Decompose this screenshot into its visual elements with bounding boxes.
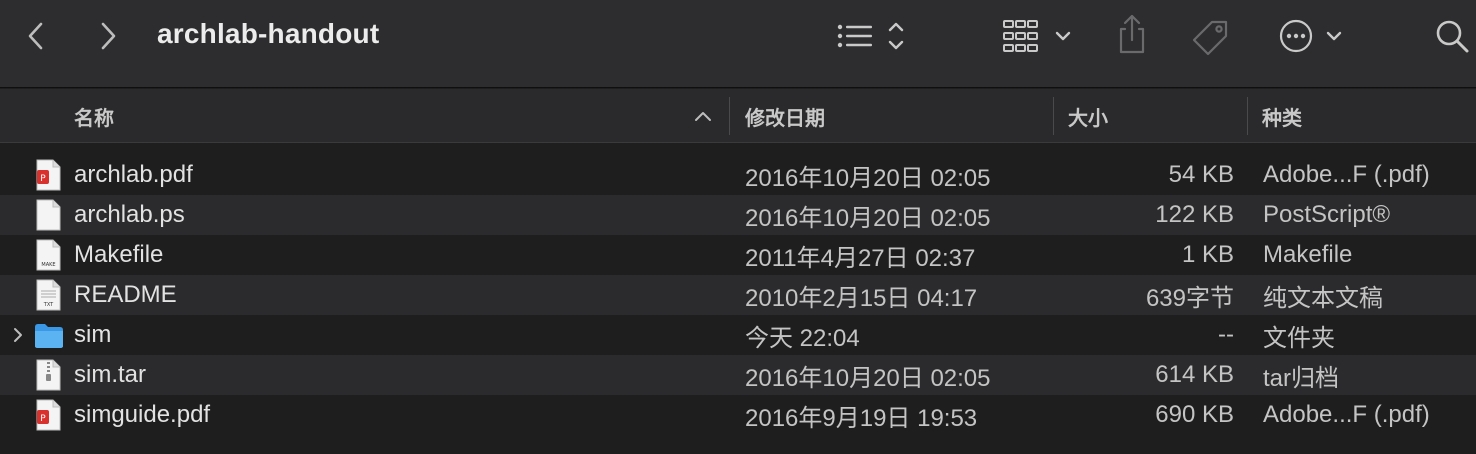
makefile-icon: MAKE bbox=[34, 239, 64, 271]
archive-file-icon bbox=[34, 359, 64, 391]
file-kind: PostScript® bbox=[1263, 201, 1391, 228]
file-kind: 纯文本文稿 bbox=[1263, 284, 1383, 312]
file-row[interactable]: Parchlab.pdf 2016年10月20日 02:05 54 KB Adobe.… bbox=[0, 155, 1476, 195]
file-name: Makefile bbox=[74, 241, 164, 268]
file-size: 1 KB bbox=[1181, 241, 1234, 268]
search-icon bbox=[1436, 20, 1469, 53]
search-button[interactable] bbox=[1432, 16, 1472, 56]
file-row[interactable]: archlab.ps 2016年10月20日 02:05 122 KB PostScr… bbox=[0, 195, 1476, 235]
toolbar: archlab-handout bbox=[0, 0, 1476, 88]
pdf-file-icon: P bbox=[34, 399, 64, 431]
file-size: 639字节 bbox=[1145, 284, 1234, 312]
file-size: 122 KB bbox=[1155, 201, 1234, 228]
ellipsis-circle-icon bbox=[1279, 19, 1342, 53]
forward-button[interactable] bbox=[92, 20, 124, 52]
file-date: 今天 22:04 bbox=[745, 324, 860, 352]
file-list: Parchlab.pdf 2016年10月20日 02:05 54 KB Adobe.… bbox=[0, 155, 1476, 435]
column-date-label: 修改日期 bbox=[745, 107, 825, 130]
file-name: simguide.pdf bbox=[74, 401, 211, 428]
file-kind: Adobe...F (.pdf) bbox=[1263, 401, 1430, 428]
column-divider[interactable] bbox=[1053, 97, 1054, 135]
file-date: 2011年4月27日 02:37 bbox=[745, 244, 976, 272]
column-kind-header[interactable]: 种类 bbox=[1262, 89, 1462, 143]
sort-ascending-icon bbox=[695, 112, 711, 121]
file-name: sim bbox=[74, 321, 112, 348]
chevron-right-icon bbox=[101, 22, 116, 50]
text-file-icon: TXT bbox=[34, 279, 64, 311]
column-date-header[interactable]: 修改日期 bbox=[745, 89, 1045, 143]
back-button[interactable] bbox=[20, 20, 52, 52]
svg-text:P: P bbox=[40, 174, 46, 184]
svg-text:TXT: TXT bbox=[43, 302, 54, 308]
file-size: 690 KB bbox=[1155, 401, 1234, 428]
column-divider[interactable] bbox=[1247, 97, 1248, 135]
tag-icon bbox=[1192, 20, 1228, 56]
svg-text:P: P bbox=[40, 414, 46, 424]
share-icon bbox=[1119, 14, 1145, 54]
file-row[interactable]: Psimguide.pdf 2016年9月19日 19:53 690 KB Adobe… bbox=[0, 395, 1476, 435]
file-date: 2016年10月20日 02:05 bbox=[745, 204, 991, 232]
file-name: archlab.pdf bbox=[74, 161, 193, 188]
column-kind-label: 种类 bbox=[1262, 107, 1302, 130]
file-row[interactable]: TXT README 2010年2月15日 04:17 639字节 纯文本文稿 bbox=[0, 275, 1476, 315]
file-kind: tar归档 bbox=[1263, 364, 1340, 392]
file-date: 2010年2月15日 04:17 bbox=[745, 284, 978, 312]
file-name: sim.tar bbox=[74, 361, 146, 388]
column-divider[interactable] bbox=[729, 97, 730, 135]
group-grid-icon bbox=[1003, 20, 1071, 52]
file-name: archlab.ps bbox=[74, 201, 185, 228]
file-size: 54 KB bbox=[1168, 161, 1234, 188]
document-file-icon bbox=[34, 199, 64, 231]
list-view-icon bbox=[837, 22, 904, 50]
file-date: 2016年9月19日 19:53 bbox=[745, 404, 978, 432]
column-header: 名称 修改日期 大小 种类 bbox=[0, 89, 1476, 143]
window-title: archlab-handout bbox=[157, 18, 380, 49]
file-date: 2016年10月20日 02:05 bbox=[745, 364, 991, 392]
file-row[interactable]: sim.tar 2016年10月20日 02:05 614 KB tar归档 bbox=[0, 355, 1476, 395]
column-name-header[interactable]: 名称 bbox=[74, 89, 724, 143]
file-kind: Adobe...F (.pdf) bbox=[1263, 161, 1430, 188]
pdf-file-icon: P bbox=[34, 159, 64, 191]
chevron-left-icon bbox=[28, 22, 43, 50]
file-kind: 文件夹 bbox=[1263, 324, 1335, 352]
file-row[interactable]: sim 今天 22:04 -- 文件夹 bbox=[0, 315, 1476, 355]
file-size: -- bbox=[1218, 321, 1234, 348]
file-date: 2016年10月20日 02:05 bbox=[745, 164, 991, 192]
more-actions-button[interactable] bbox=[1276, 16, 1346, 56]
share-button[interactable] bbox=[1114, 12, 1150, 56]
file-name: README bbox=[74, 281, 177, 308]
column-size-header[interactable]: 大小 bbox=[1068, 89, 1238, 143]
group-button[interactable] bbox=[1000, 16, 1078, 56]
file-size: 614 KB bbox=[1155, 361, 1234, 388]
column-name-label: 名称 bbox=[74, 107, 114, 130]
tag-button[interactable] bbox=[1188, 16, 1234, 58]
disclosure-triangle-icon[interactable] bbox=[10, 315, 26, 355]
file-kind: Makefile bbox=[1263, 241, 1353, 268]
view-mode-button[interactable] bbox=[834, 18, 910, 54]
folder-icon bbox=[34, 319, 64, 351]
file-row[interactable]: MAKE Makefile 2011年4月27日 02:37 1 KB Makefile bbox=[0, 235, 1476, 275]
column-size-label: 大小 bbox=[1068, 107, 1108, 130]
svg-text:MAKE: MAKE bbox=[41, 262, 55, 268]
